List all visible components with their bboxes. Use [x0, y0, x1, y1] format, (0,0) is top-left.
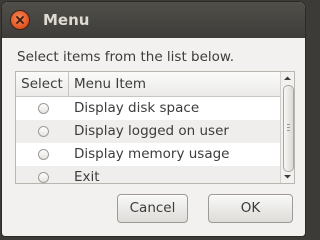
list-item[interactable]: Display logged on user: [16, 120, 280, 143]
list-item-label: Display disk space: [74, 100, 200, 116]
cancel-button[interactable]: Cancel: [117, 194, 188, 223]
list-item[interactable]: Display memory usage: [16, 143, 280, 166]
list-item-label: Display memory usage: [74, 146, 230, 162]
radio-button[interactable]: [38, 103, 49, 114]
list-item-label: Display logged on user: [74, 123, 229, 139]
ok-button[interactable]: OK: [208, 194, 293, 223]
window-title: Menu: [43, 11, 90, 29]
radio-button[interactable]: [38, 172, 49, 183]
prompt-text: Select items from the list below.: [17, 49, 235, 65]
radio-button[interactable]: [38, 126, 49, 137]
list-item-label: Exit: [74, 169, 100, 184]
chevron-down-icon[interactable]: [283, 174, 292, 180]
menu-item-list[interactable]: Select Menu Item Display disk space Disp…: [15, 71, 295, 184]
scrollbar-thumb[interactable]: [283, 85, 294, 172]
list-item[interactable]: Display disk space: [16, 97, 280, 120]
vertical-scrollbar[interactable]: [280, 72, 294, 183]
radio-button[interactable]: [38, 149, 49, 160]
list-item[interactable]: Exit: [16, 166, 280, 184]
column-header-select[interactable]: Select: [16, 72, 69, 96]
close-icon[interactable]: [11, 11, 29, 29]
dialog-window: Menu Select items from the list below. S…: [2, 2, 305, 236]
title-bar[interactable]: Menu: [2, 2, 305, 38]
list-header: Select Menu Item: [16, 72, 280, 97]
chevron-up-icon[interactable]: [283, 75, 292, 81]
column-header-menu-item[interactable]: Menu Item: [74, 72, 146, 96]
